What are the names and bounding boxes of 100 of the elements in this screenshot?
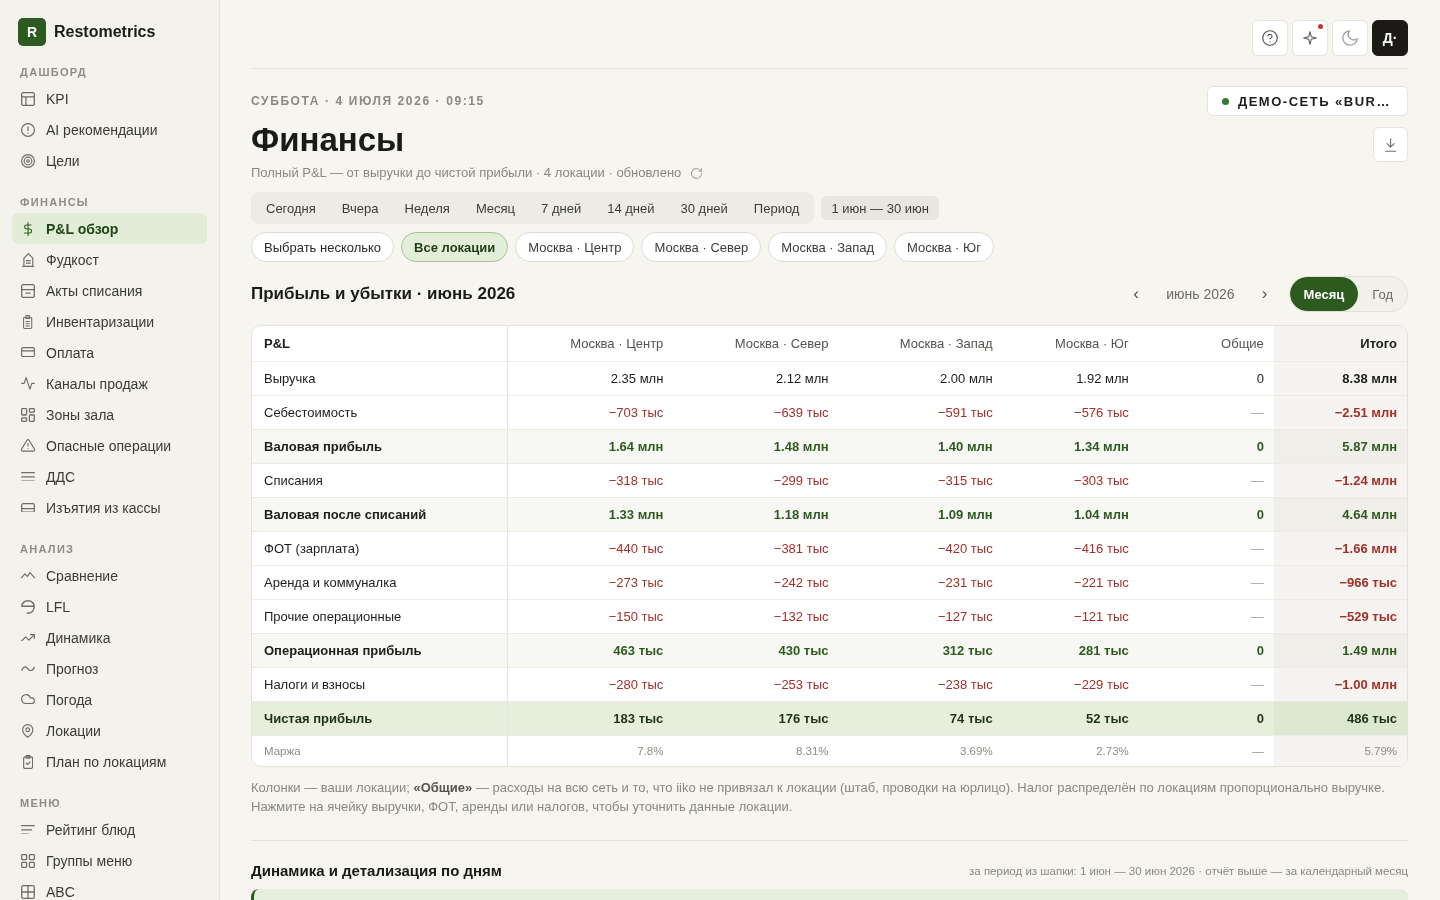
column-header: Итого [1273,326,1407,362]
sidebar-item[interactable]: Зоны зала [12,399,207,430]
sidebar-item[interactable]: AI рекомендации [12,114,207,145]
table-cell: −420 тыс [838,532,1003,566]
location-chip[interactable]: Все локации [401,232,509,262]
sidebar-item[interactable]: Акты списания [12,275,207,306]
sidebar-item[interactable]: Оплата [12,337,207,368]
period-caption: за период из шапки: 1 июн — 30 июн 2026 · отчёт выше — за календарный месяц [969,865,1408,877]
period-tab[interactable]: Месяц [462,194,529,222]
period-tab[interactable]: 7 дней [528,194,595,222]
sidebar-item[interactable]: Локации [12,715,207,746]
sidebar-item[interactable]: Цели [12,145,207,176]
trend-up-icon [21,633,35,642]
multi-select-button[interactable]: Выбрать несколько [251,232,395,262]
sidebar-item[interactable]: Сравнение [12,560,207,591]
table-cell: 1.34 млн [1002,430,1139,464]
table-cell: 1.40 млн [838,430,1003,464]
location-chip[interactable]: Москва · Запад [768,232,888,262]
page-title: Финансы [251,120,405,160]
table-cell: 312 тыс [838,634,1003,668]
alert-circle-icon [21,122,35,137]
date-line: СУББОТА · 4 ИЮЛЯ 2026 · 09:15 [251,93,485,109]
sidebar-item[interactable]: Динамика [12,622,207,653]
table-cell: 0 [1138,498,1274,532]
refresh-icon[interactable] [691,167,703,179]
network-selector[interactable]: ДЕМО-СЕТЬ «BUR… [1206,86,1408,116]
sidebar-item[interactable]: Изъятия из кассы [12,492,207,523]
card-icon [21,347,35,358]
table-cell: 4.64 млн [1273,498,1407,532]
column-header: Москва · Север [673,326,839,362]
download-icon [1384,137,1397,152]
period-tab[interactable]: Вчера [328,194,392,222]
tray-icon [21,502,35,513]
table-cell: 1.92 млн [1002,362,1139,396]
lines-icon [21,824,35,835]
page-subtitle: Полный P&L — от выручки до чистой прибыли · 4 локации · обновлено [251,164,682,182]
table-cell: −221 тыс [1002,566,1139,600]
sidebar-item[interactable]: P&L обзор [12,213,207,244]
logo-mark: R [18,18,46,46]
date-range-button[interactable]: 1 июн — 30 июн [821,196,939,220]
table-cell: 1.48 млн [673,430,839,464]
ai-assistant-button[interactable] [1292,20,1328,56]
sidebar-item[interactable]: Каналы продаж [12,368,207,399]
table-cell: 5.79% [1273,736,1407,766]
period-tab[interactable]: Период [740,194,813,222]
table-cell: 183 тыс [508,702,674,736]
download-button[interactable] [1373,127,1408,162]
table-cell: 281 тыс [1002,634,1139,668]
user-avatar-button[interactable]: Д· [1372,20,1408,56]
row-label: Выручка [252,362,509,396]
sidebar-item[interactable]: План по локациям [12,746,207,777]
table-cell-text: 3.69% [959,744,994,759]
sidebar-item[interactable]: Фудкост [12,244,207,275]
sidebar-item[interactable]: KPI [12,83,207,114]
sidebar-item[interactable]: ДДС [12,461,207,492]
granularity-option[interactable]: Год [1358,277,1407,311]
sidebar-item[interactable]: Группы меню [12,845,207,876]
column-header: Москва · Запад [838,326,1003,362]
sidebar-item[interactable]: Инвентаризации [12,306,207,337]
table-cell: 0 [1138,634,1274,668]
table-cell: 1.49 млн [1273,634,1407,668]
dollar-icon [23,221,33,236]
location-chip[interactable]: Москва · Север [641,232,762,262]
help-button[interactable] [1252,20,1288,56]
table-cell: 1.04 млн [1002,498,1139,532]
theme-toggle-button[interactable] [1332,20,1368,56]
table-cell-text: — [1251,744,1265,759]
section-label: ФИНАНСЫ [20,195,89,210]
loop-icon [21,599,35,614]
table-cell: 176 тыс [673,702,839,736]
sidebar-item[interactable]: Прогноз [12,653,207,684]
sidebar-item[interactable]: Погода [12,684,207,715]
clipboard-icon [23,314,33,329]
dashboard-icon [21,407,35,422]
period-tab[interactable]: 30 дней [667,194,741,222]
sidebar-item[interactable]: Рейтинг блюд [12,814,207,845]
pulse-icon [21,377,35,390]
granularity-option[interactable]: Месяц [1289,277,1359,311]
location-chip[interactable]: Москва · Центр [515,232,635,262]
next-month-button[interactable]: › [1253,280,1276,308]
table-cell: 2.12 млн [673,362,839,396]
layout-icon [21,91,35,106]
period-tab[interactable]: Неделя [391,194,463,222]
sidebar-item[interactable]: LFL [12,591,207,622]
footnote: Нажмите на ячейку выручки, ФОТ, аренды или налогов, чтобы уточнить данные локации. [251,798,793,816]
table-cell: 8.38 млн [1273,362,1407,396]
moon-icon [1342,30,1358,46]
month-label: июнь 2026 [1166,286,1235,302]
sidebar-item[interactable]: ABC [12,876,207,900]
previous-month-button[interactable]: ‹ [1125,280,1148,308]
period-tab[interactable]: 14 дней [594,194,668,222]
table-cell-text: 2.73% [1095,744,1130,759]
section-label: ДАШБОРД [20,65,87,80]
period-tab[interactable]: Сегодня [253,194,329,222]
map-pin-icon [22,723,34,738]
row-label: Валовая после списаний [252,498,509,532]
section-label: МЕНЮ [20,796,61,811]
row-label: Маржа [252,736,509,766]
location-chip[interactable]: Москва · Юг [894,232,994,262]
sidebar-item[interactable]: Опасные операции [12,430,207,461]
